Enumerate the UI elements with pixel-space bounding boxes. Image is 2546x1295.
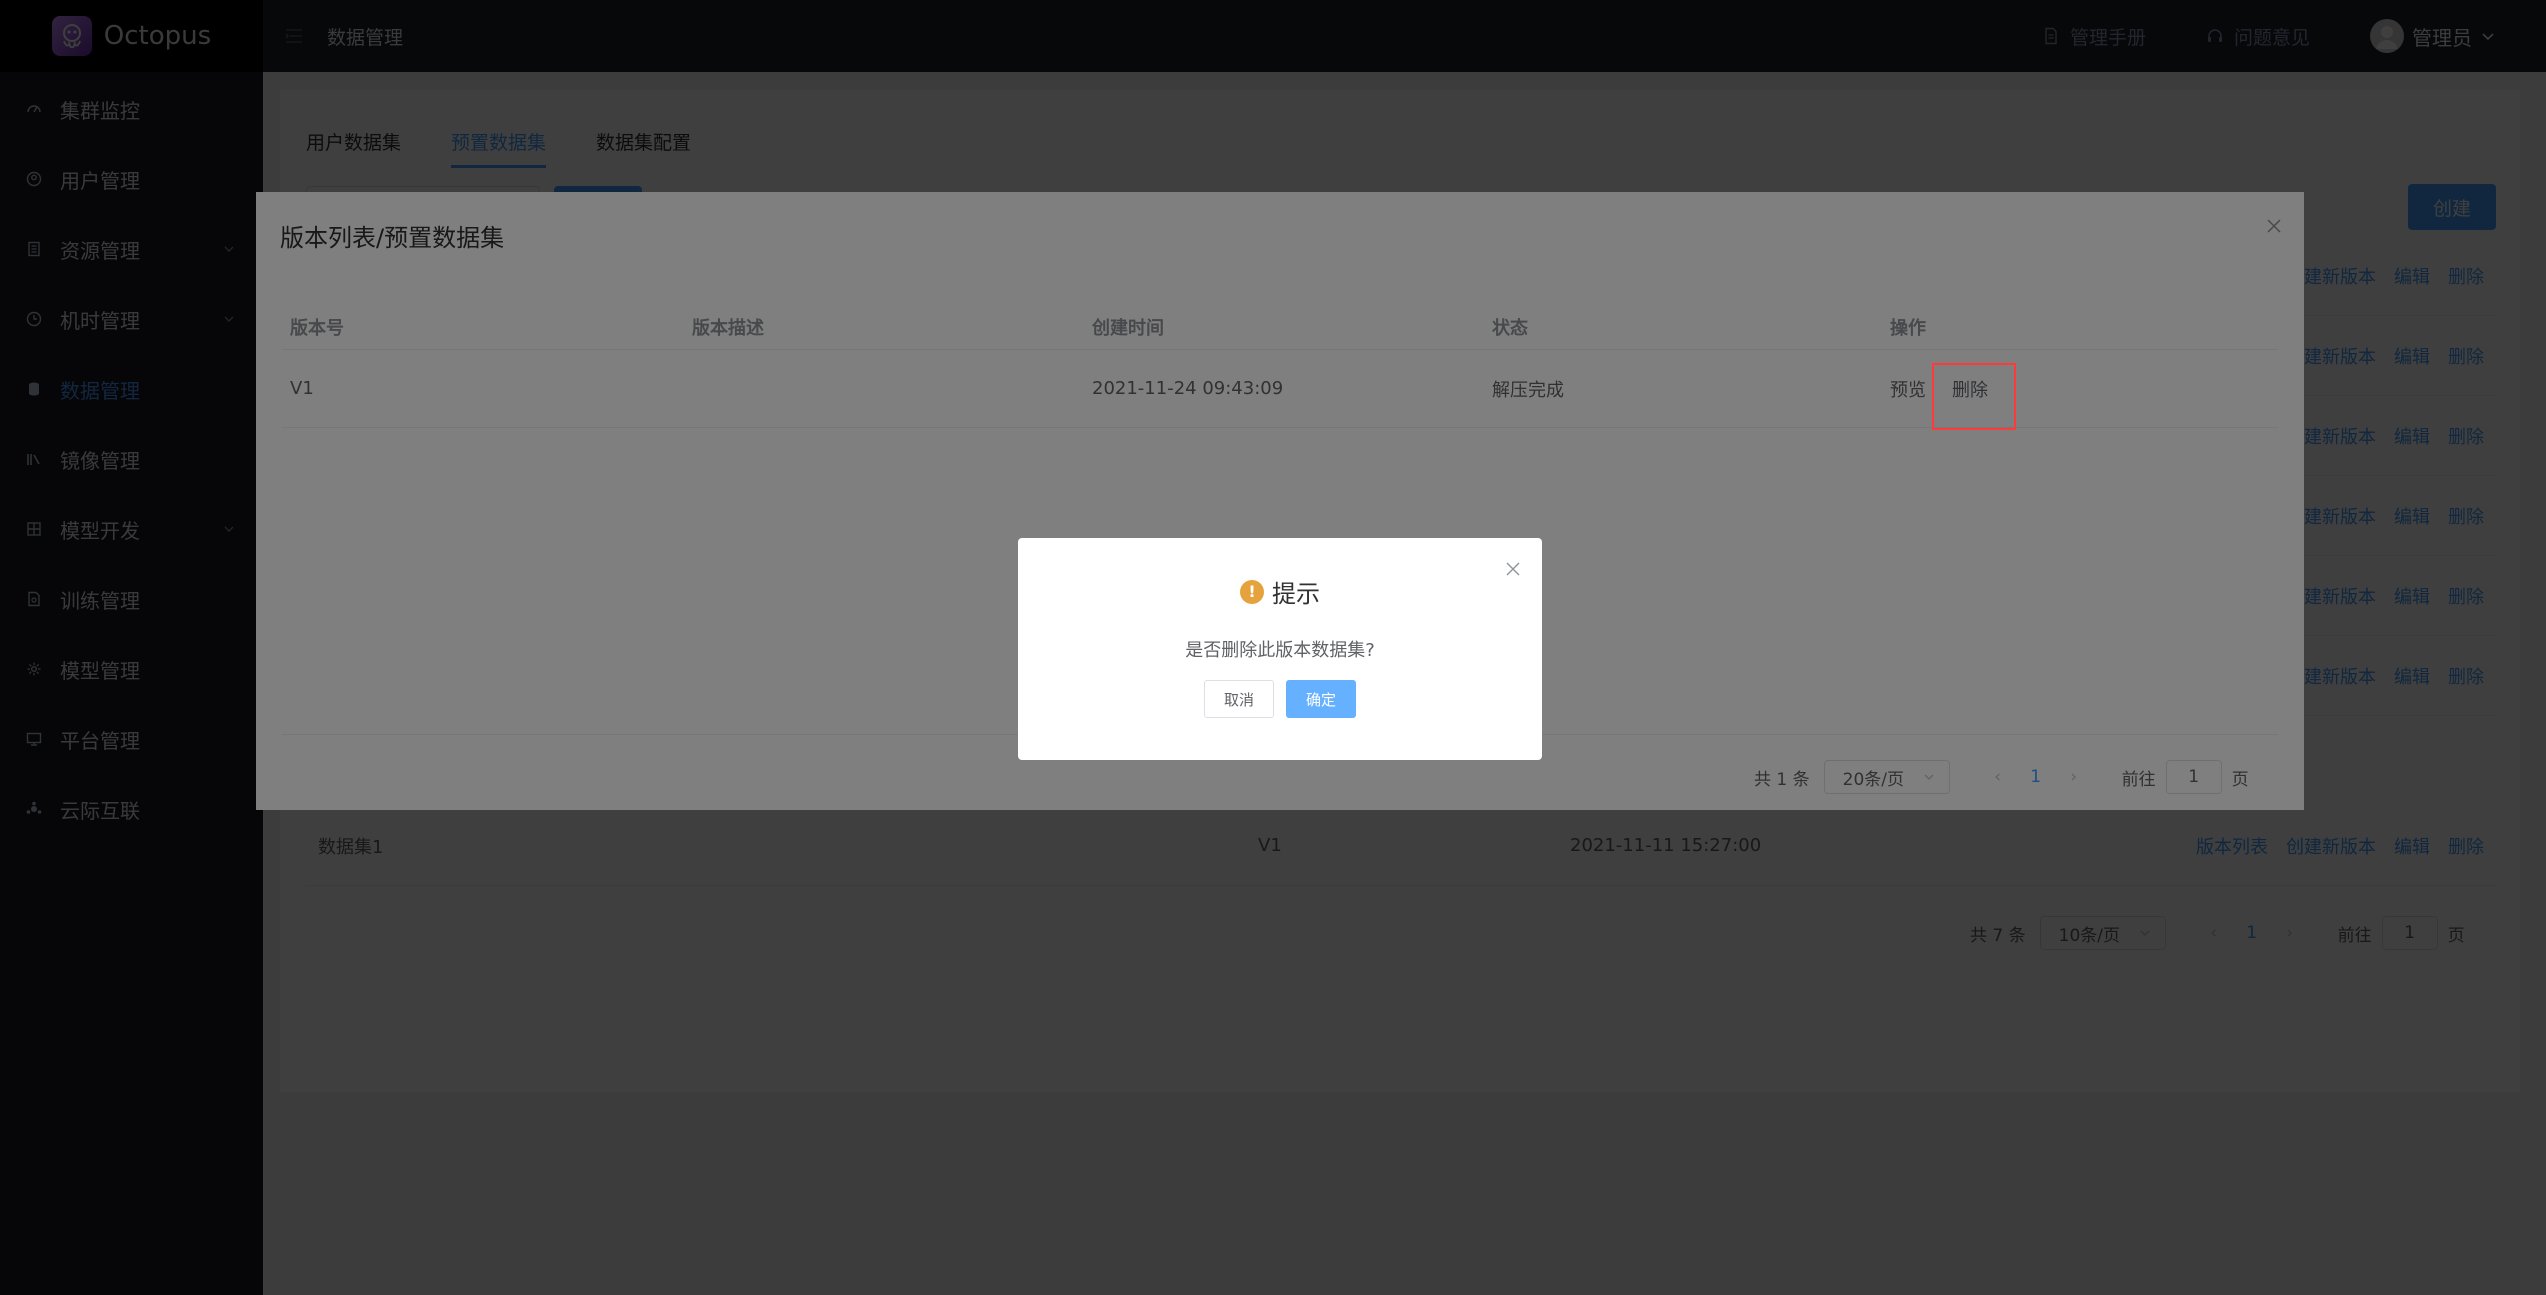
warning-icon: ! (1240, 579, 1264, 604)
confirm-message: 是否删除此版本数据集? (1185, 640, 1375, 661)
confirm-button[interactable]: 确定 (1286, 680, 1356, 718)
cancel-button[interactable]: 取消 (1204, 680, 1274, 718)
highlight-annotation (1932, 363, 2016, 430)
confirm-buttons: 取消 确定 (1018, 680, 1542, 718)
confirm-title-row: ! 提示 (1018, 574, 1542, 609)
confirm-title: 提示 (1272, 580, 1320, 608)
confirm-dialog: ! 提示 是否删除此版本数据集? 取消 确定 (1018, 538, 1542, 760)
